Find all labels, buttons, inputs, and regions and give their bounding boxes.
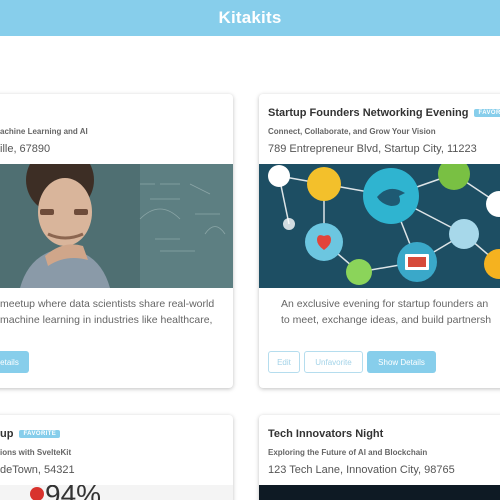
description-line: machine learning in industries like heal… — [0, 314, 213, 326]
event-image-stats: 94% — [0, 485, 233, 500]
unfavorite-button[interactable]: Unfavorite — [304, 351, 363, 373]
event-card-3: up FAVORITE ions with SvelteKit deTown, 5… — [0, 415, 233, 500]
event-title-text: Startup Founders Networking Evening — [268, 107, 469, 119]
description-line: to meet, exchange ideas, and build partn… — [281, 314, 492, 326]
event-subtitle: Connect, Collaborate, and Grow Your Visi… — [268, 127, 436, 136]
app-title: Kitakits — [218, 8, 282, 27]
top-app-bar: Kitakits — [0, 0, 500, 36]
event-card-1: achine Learning and AI ille, 67890 meetu… — [0, 94, 233, 388]
show-details-button[interactable]: Show Details — [367, 351, 436, 373]
image-percentage-text: 94% — [45, 485, 101, 500]
event-subtitle: ions with SvelteKit — [0, 448, 72, 457]
event-subtitle: Exploring the Future of AI and Blockchai… — [268, 448, 428, 457]
event-address: 789 Entrepreneur Blvd, Startup City, 112… — [268, 143, 477, 155]
event-title-text: up — [0, 428, 14, 440]
event-description: meetup where data scientists share real-… — [0, 296, 233, 328]
event-card-4: Tech Innovators Night Exploring the Futu… — [259, 415, 500, 500]
event-image-data-scientist — [0, 164, 233, 288]
show-details-button[interactable]: etails — [0, 351, 29, 373]
event-subtitle: achine Learning and AI — [0, 127, 88, 136]
favorite-badge: FAVORITE — [474, 109, 500, 118]
event-title: Startup Founders Networking Evening FAVOR… — [268, 107, 500, 119]
event-address: ille, 67890 — [0, 143, 51, 155]
event-title: up FAVORITE — [0, 428, 61, 440]
description-line: An exclusive evening for startup founder… — [281, 298, 489, 310]
event-card-2: Startup Founders Networking Evening FAVOR… — [259, 94, 500, 388]
image-red-accent — [30, 487, 44, 500]
event-address: deTown, 54321 — [0, 464, 75, 476]
event-image-tech — [259, 485, 500, 500]
event-title: Tech Innovators Night — [268, 428, 384, 440]
event-address: 123 Tech Lane, Innovation City, 98765 — [268, 464, 455, 476]
description-line: meetup where data scientists share real-… — [0, 298, 215, 310]
favorite-badge: FAVORITE — [19, 430, 61, 439]
edit-button[interactable]: Edit — [268, 351, 300, 373]
event-image-social-network — [259, 164, 500, 288]
event-description: An exclusive evening for startup founder… — [259, 296, 500, 328]
